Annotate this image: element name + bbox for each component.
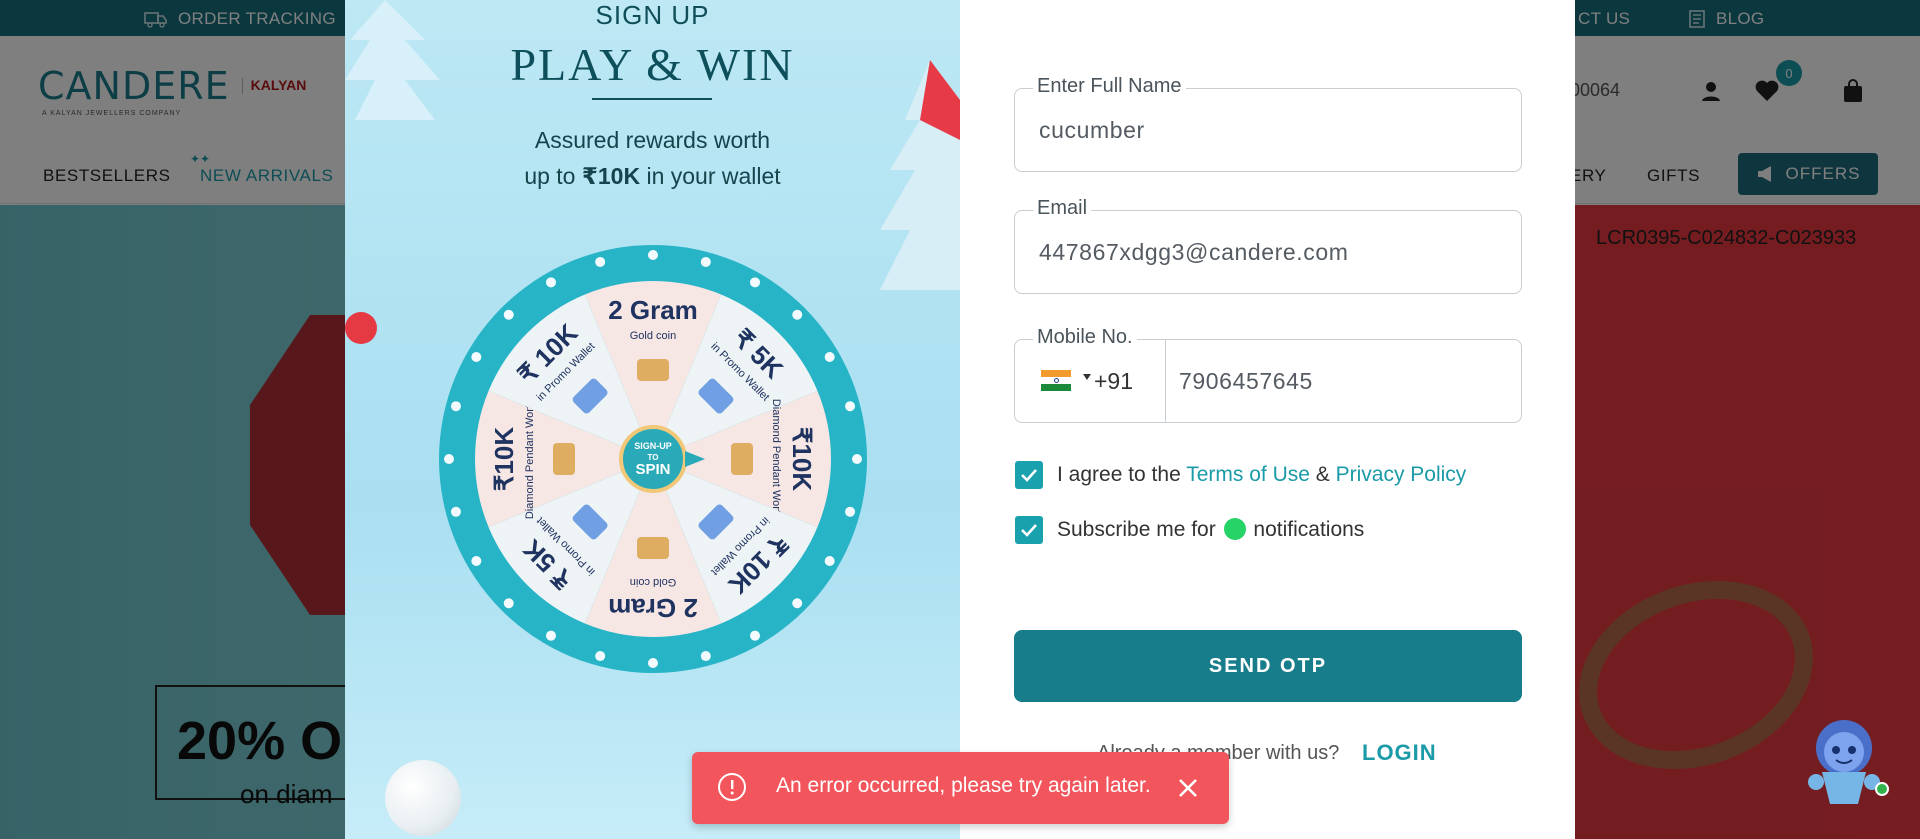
wheel-light (503, 598, 514, 609)
wheel-light (845, 506, 856, 517)
wheel-light (648, 658, 658, 668)
wheel-light (444, 454, 454, 464)
wheel-prize-sublabel: Diamond Pendant Worth (524, 399, 536, 519)
spin-wheel-panel: SIGN UP PLAY & WIN Assured rewards worth… (345, 0, 960, 839)
wheel-light (792, 598, 803, 609)
wheel-prize-icon (731, 443, 753, 475)
title-divider (592, 98, 712, 100)
terms-of-use-link[interactable]: Terms of Use (1186, 463, 1310, 486)
assured-line1: Assured rewards worth (534, 127, 771, 153)
wheel-light (450, 506, 461, 517)
spin-center-label: SPIN (635, 461, 670, 478)
mobile-input[interactable]: 7906457645 (1179, 368, 1313, 395)
play-win-title: PLAY & WIN (510, 39, 795, 90)
mobile-field[interactable]: Mobile No. +91 7906457645 (1014, 326, 1522, 423)
wheel-prize-sublabel: Gold coin (630, 576, 676, 588)
subscribe-checkbox-row: Subscribe me for notifications (1015, 516, 1364, 544)
checkmark-icon (1021, 524, 1037, 537)
assured-amount: ₹10K (581, 163, 641, 189)
spin-center-label: SIGN-UP (634, 441, 672, 451)
online-status-dot (1875, 782, 1889, 796)
snowball-decoration (385, 760, 461, 836)
wheel-prize-icon (553, 443, 575, 475)
wheel-light (595, 256, 606, 267)
send-otp-button[interactable]: SEND OTP (1014, 630, 1522, 702)
wheel-prize-label: ₹10K (787, 427, 817, 491)
error-message: An error occurred, please try again late… (776, 774, 1151, 797)
close-icon[interactable] (1174, 774, 1202, 802)
wheel-light (648, 250, 658, 260)
spin-wheel[interactable]: 2 GramGold coin ₹ 5Kin Promo Wallet₹10KDi… (437, 243, 869, 675)
wheel-light (792, 309, 803, 320)
terms-checkbox[interactable] (1015, 461, 1043, 489)
wheel-prize-label: ₹10K (489, 427, 519, 491)
signup-heading: SIGN UP (595, 0, 710, 30)
full-name-label: Enter Full Name (1033, 75, 1186, 98)
checkmark-icon (1021, 469, 1037, 482)
wheel-light (546, 277, 556, 288)
full-name-field[interactable]: Enter Full Name cucumber (1014, 75, 1522, 172)
whatsapp-icon (1223, 518, 1246, 540)
wheel-prize-icon (637, 359, 669, 381)
error-icon (718, 773, 746, 801)
terms-checkbox-row: I agree to the Terms of Use & Privacy Po… (1015, 461, 1466, 489)
wheel-light (471, 352, 482, 362)
country-dropdown-icon[interactable] (1083, 374, 1091, 380)
assured-post: in your wallet (640, 163, 781, 189)
wheel-light (471, 556, 482, 566)
wheel-light (852, 454, 862, 464)
wheel-light (750, 277, 760, 288)
subscribe-checkbox[interactable] (1015, 516, 1043, 544)
wheel-prize-label: 2 Gram (608, 295, 698, 325)
full-name-input[interactable]: cucumber (1039, 117, 1145, 144)
terms-amp: & (1309, 463, 1336, 486)
wheel-light (750, 630, 760, 641)
wheel-prize-sublabel: Diamond Pendant Worth (770, 399, 782, 519)
wheel-prize-sublabel: Gold coin (630, 330, 676, 342)
subscribe-text: Subscribe me for notifications (1057, 518, 1364, 542)
india-flag-icon[interactable] (1041, 370, 1071, 391)
assured-line2: up to ₹10K in your wallet (345, 158, 960, 194)
email-input[interactable]: 447867xdgg3@candere.com (1039, 239, 1349, 266)
wheel-prize-icon (637, 537, 669, 559)
dial-code[interactable]: +91 (1094, 368, 1133, 395)
privacy-policy-link[interactable]: Privacy Policy (1336, 463, 1467, 486)
wheel-light (700, 256, 711, 267)
wheel-light (824, 556, 835, 566)
phone-divider (1165, 340, 1166, 422)
wheel-light (845, 401, 856, 412)
wheel-light (595, 651, 606, 662)
wheel-light (824, 352, 835, 362)
subscribe-post: notifications (1247, 518, 1365, 541)
email-field[interactable]: Email 447867xdgg3@candere.com (1014, 197, 1522, 294)
error-toast: An error occurred, please try again late… (692, 752, 1229, 824)
assured-pre: up to (524, 163, 582, 189)
mobile-label: Mobile No. (1033, 326, 1137, 349)
wheel-light (503, 309, 514, 320)
assured-rewards-text: Assured rewards worth up to ₹10K in your… (345, 122, 960, 194)
terms-text: I agree to the Terms of Use & Privacy Po… (1057, 463, 1466, 487)
wheel-light (450, 401, 461, 412)
wheel-prize-label: 2 Gram (608, 593, 698, 623)
wheel-light (700, 651, 711, 662)
login-link[interactable]: LOGIN (1362, 740, 1437, 766)
subscribe-pre: Subscribe me for (1057, 518, 1222, 541)
ornament-decoration (345, 312, 377, 344)
email-label: Email (1033, 197, 1092, 220)
terms-pre: I agree to the (1057, 463, 1187, 486)
wheel-light (546, 630, 556, 641)
